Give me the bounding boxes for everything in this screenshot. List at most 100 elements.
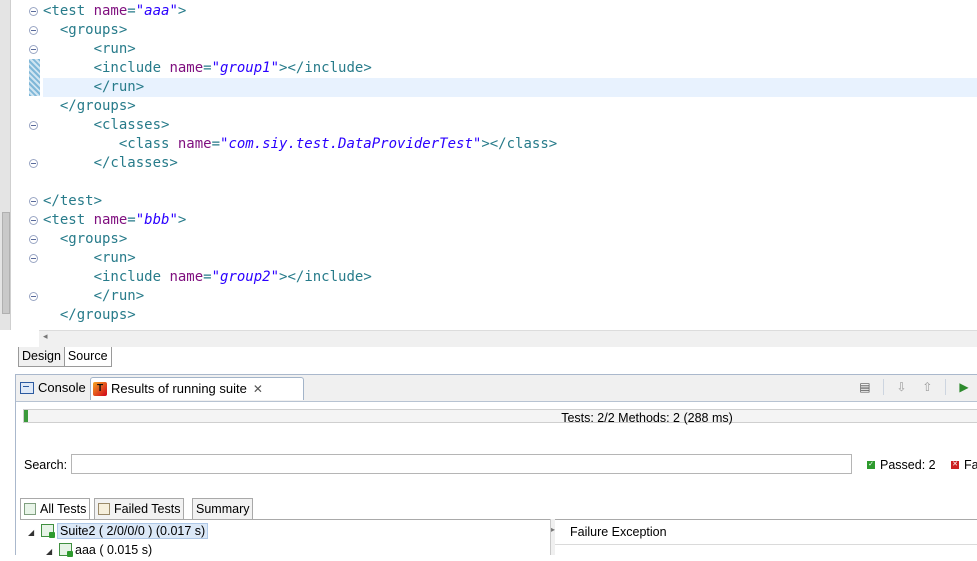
toolbar-separator [882, 379, 884, 395]
xml-tag: <groups> [43, 22, 128, 38]
tab-results[interactable]: T Results of running suite ✕ [90, 377, 304, 400]
code-line[interactable]: <class name="com.siy.test.DataProviderTe… [43, 135, 977, 154]
run-summary: Tests: 2/2 Methods: 2 (288 ms) [561, 411, 733, 425]
fold-toggle-icon[interactable] [29, 26, 38, 35]
change-marker [29, 59, 40, 96]
tree-node-test[interactable]: ◢ aaa ( 0.015 s) [46, 541, 152, 559]
code-line[interactable]: </test> [43, 192, 977, 211]
xml-tag: <include [43, 60, 170, 76]
fold-toggle-icon[interactable] [29, 216, 38, 225]
code-line[interactable]: <include name="group2"></include> [43, 268, 977, 287]
code-line[interactable]: </classes> [43, 154, 977, 173]
tree-node-suite[interactable]: ◢ Suite2 ( 2/0/0/0 ) (0.017 s) [28, 522, 209, 542]
tab-design[interactable]: Design [18, 347, 65, 367]
xml-tag: <groups> [43, 231, 128, 247]
code-line[interactable]: <test name="aaa"> [43, 2, 977, 21]
tab-console-label: Console [38, 380, 86, 395]
xml-tag: = [203, 269, 212, 285]
attribute-name: name [169, 269, 204, 285]
tree-node-label: aaa ( 0.015 s) [75, 543, 153, 557]
code-line[interactable]: <groups> [43, 21, 977, 40]
xml-tag: <run> [43, 250, 136, 266]
xml-tag: <class [43, 136, 178, 152]
expand-arrow-icon[interactable]: ◢ [46, 543, 56, 561]
code-line[interactable] [43, 173, 977, 192]
xml-tag: = [127, 212, 136, 228]
tree-node-label: Suite2 ( 2/0/0/0 ) (0.017 s) [57, 523, 209, 539]
xml-tag: > [177, 3, 187, 19]
search-input[interactable] [71, 454, 852, 474]
code-line[interactable]: <run> [43, 249, 977, 268]
code-line[interactable]: <include name="group1"></include> [43, 59, 977, 78]
next-failure-icon[interactable]: ⇩ [894, 379, 910, 395]
fold-toggle-icon[interactable] [29, 254, 38, 263]
xml-tag: <run> [43, 41, 136, 57]
rerun-icon[interactable]: ▶ [956, 379, 972, 395]
search-label: Search: [24, 458, 68, 472]
fold-toggle-icon[interactable] [29, 159, 38, 168]
toolbar-separator [945, 379, 947, 395]
tab-console[interactable]: Console [20, 377, 86, 399]
failed-tests-icon [98, 502, 110, 515]
previous-failure-icon[interactable]: ⇧ [919, 379, 935, 395]
tab-all-tests[interactable]: All Tests [20, 498, 91, 520]
xml-tag: ></include> [279, 269, 372, 285]
test-tree[interactable]: ◢ Suite2 ( 2/0/0/0 ) (0.017 s) ◢ aaa ( 0.0… [20, 519, 550, 559]
xml-tag: = [203, 60, 212, 76]
attribute-value: "bbb" [135, 212, 178, 228]
failed-label: Fa [964, 458, 977, 472]
xml-editor[interactable]: <test name="aaa"> <groups> <run> <includ… [0, 0, 977, 367]
code-line[interactable]: </run> [43, 287, 977, 306]
code-line[interactable]: </groups> [43, 97, 977, 116]
xml-tag: </run> [43, 79, 145, 95]
code-line[interactable]: <classes> [43, 116, 977, 135]
xml-tag: > [177, 212, 187, 228]
attribute-name: name [93, 212, 128, 228]
code-area[interactable]: <test name="aaa"> <groups> <run> <includ… [43, 2, 977, 325]
failed-count: ✕ Fa [951, 458, 977, 472]
xml-tag: </run> [43, 288, 145, 304]
testng-icon: T [93, 381, 107, 396]
attribute-name: name [169, 60, 204, 76]
fold-toggle-icon[interactable] [29, 292, 38, 301]
attribute-value: "com.siy.test.DataProviderTest" [220, 136, 482, 152]
tab-summary[interactable]: Summary [192, 498, 254, 519]
xml-tag: </classes> [43, 155, 178, 171]
xml-tag: <classes> [43, 117, 170, 133]
fold-toggle-icon[interactable] [29, 197, 38, 206]
code-line[interactable]: <groups> [43, 230, 977, 249]
code-line[interactable]: </groups> [43, 306, 977, 325]
tab-results-label: Results of running suite [111, 381, 247, 396]
suite-passed-icon [41, 524, 55, 539]
all-tests-icon [24, 502, 36, 515]
close-icon[interactable]: ✕ [253, 378, 263, 400]
code-line[interactable]: <test name="bbb"> [43, 211, 977, 230]
attribute-name: name [177, 136, 212, 152]
scroll-left-icon[interactable]: ◂ [43, 332, 48, 342]
expand-arrow-icon[interactable]: ◢ [28, 524, 38, 542]
fold-toggle-icon[interactable] [29, 121, 38, 130]
xml-tag: <include [43, 269, 170, 285]
tab-failed-tests[interactable]: Failed Tests [94, 498, 185, 519]
xml-tag: = [211, 136, 221, 152]
outline-strip [0, 0, 11, 330]
fold-toggle-icon[interactable] [29, 235, 38, 244]
attribute-value: "aaa" [135, 3, 178, 19]
xml-tag: = [127, 3, 136, 19]
tab-source[interactable]: Source [63, 347, 112, 367]
fold-toggle-icon[interactable] [29, 45, 38, 54]
history-icon[interactable]: ▤ [857, 379, 873, 395]
results-view: Console T Results of running suite ✕ ▤ ⇩ ⇧… [15, 374, 977, 559]
console-icon [20, 381, 34, 394]
code-line[interactable]: <run> [43, 40, 977, 59]
xml-tag: <test [43, 212, 94, 228]
view-toolbar: ▤ ⇩ ⇧ ▶ [851, 379, 972, 397]
view-tab-bar: Console T Results of running suite ✕ ▤ ⇩ ⇧… [16, 375, 977, 402]
fold-toggle-icon[interactable] [29, 7, 38, 16]
attribute-name: name [93, 3, 128, 19]
code-line[interactable]: </run> [43, 78, 977, 97]
failure-exception-header: Failure Exception [555, 519, 977, 545]
xml-tag: <test [43, 3, 94, 19]
scroll-thumb[interactable] [2, 212, 10, 314]
horizontal-scrollbar[interactable]: ◂ [39, 330, 977, 347]
